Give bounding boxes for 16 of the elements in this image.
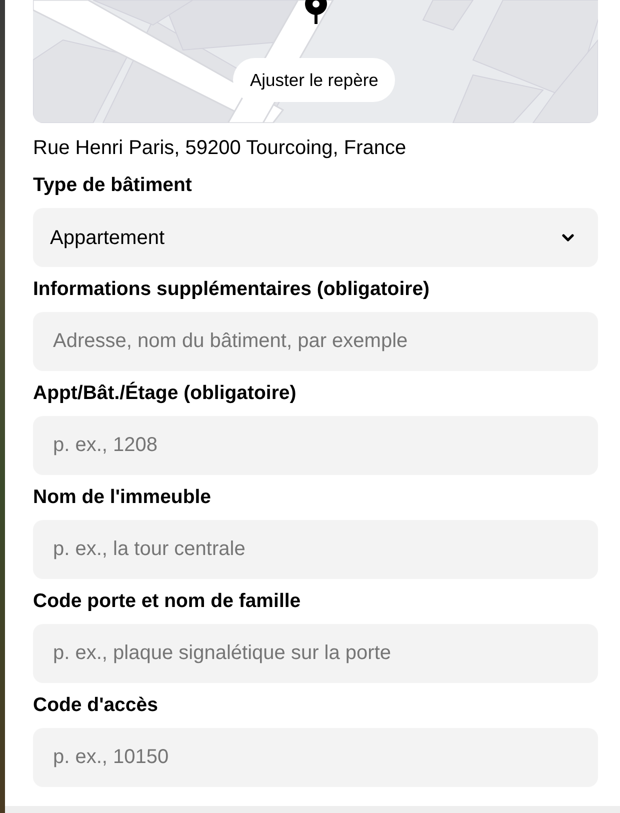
field-label: Nom de l'immeuble: [33, 485, 212, 509]
chevron-down-icon: [562, 234, 574, 242]
map-pin-icon: [304, 0, 328, 24]
input-field[interactable]: p. ex., 10150: [33, 728, 598, 787]
input-field[interactable]: Adresse, nom du bâtiment, par exemple: [33, 312, 598, 371]
adjust-pin-button[interactable]: Ajuster le repère: [233, 58, 396, 102]
field-label: Appt/Bât./Étage (obligatoire): [33, 381, 298, 405]
building-type-select[interactable]: Appartement: [33, 208, 598, 267]
address-text: Rue Henri Paris, 59200 Tourcoing, France: [33, 136, 408, 160]
field-label: Code d'accès: [33, 693, 159, 717]
field-label: Informations supplémentaires (obligatoire): [33, 277, 431, 301]
field-label: Type de bâtiment: [33, 173, 193, 197]
input-field[interactable]: p. ex., plaque signalétique sur la porte: [33, 624, 598, 683]
field-label: Code porte et nom de famille: [33, 589, 302, 613]
input-field[interactable]: p. ex., la tour centrale: [33, 520, 598, 579]
input-field[interactable]: p. ex., 1208: [33, 416, 598, 475]
